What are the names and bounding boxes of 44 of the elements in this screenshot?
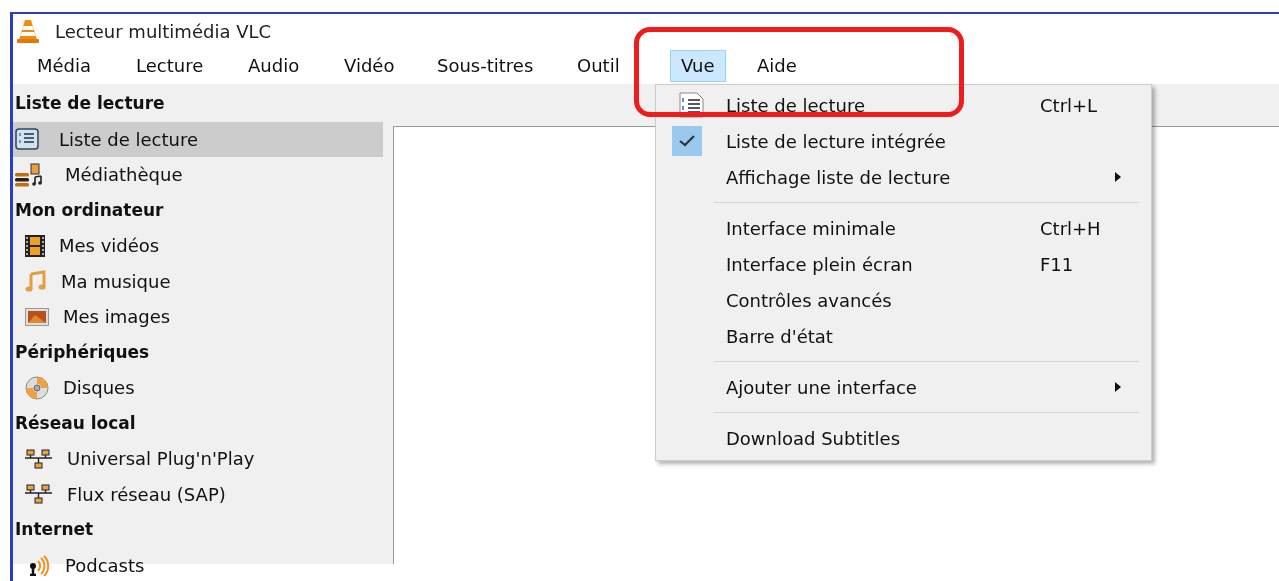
sidebar-item[interactable]: Flux réseau (SAP) (13, 476, 383, 512)
library-icon (15, 162, 45, 187)
menu-item[interactable]: Vidéo (334, 50, 405, 82)
section-heading: Internet (14, 518, 95, 541)
section-heading: Liste de lecture (14, 92, 166, 115)
menu-item[interactable]: Lecture (126, 50, 214, 82)
menu-entry[interactable]: Interface minimale Ctrl+H (656, 210, 1151, 246)
menu-item[interactable]: Aide (747, 50, 807, 82)
menu-item[interactable]: Vue (670, 50, 726, 82)
menu-entry[interactable]: Ajouter une interface (656, 369, 1151, 405)
shortcut-label: Ctrl+L (1040, 94, 1098, 116)
sidebar-item[interactable]: Ma musique (13, 263, 383, 299)
sidebar-item[interactable]: Mes vidéos (13, 228, 383, 264)
film-icon (25, 234, 45, 257)
menu-item[interactable]: Sous-titres (427, 50, 544, 82)
music-note-icon (25, 270, 47, 293)
image-icon (25, 307, 49, 326)
menu-entry[interactable]: Liste de lecture intégrée (656, 123, 1151, 159)
section-heading: Mon ordinateur (14, 198, 165, 222)
shortcut-label: F11 (1040, 253, 1074, 275)
menu-item[interactable]: Audio (238, 50, 310, 82)
menu-entry[interactable]: Affichage liste de lecture (656, 159, 1151, 195)
sidebar-item[interactable]: Mes images (13, 299, 383, 335)
sidebar-item[interactable]: Podcasts (13, 547, 383, 581)
sidebar-item[interactable]: Universal Plug'n'Play (13, 441, 383, 477)
sidebar-item[interactable]: Médiathèque (13, 157, 383, 193)
menu-item[interactable]: Outil (567, 50, 630, 82)
list-icon (15, 128, 39, 151)
network-icon (25, 484, 53, 505)
section-heading: Réseau local (14, 411, 137, 435)
window-title: Lecteur multimédia VLC (55, 20, 272, 42)
menu-item[interactable]: Média (27, 50, 102, 82)
disc-icon (25, 375, 49, 400)
menu-entry[interactable]: Download Subtitles (656, 420, 1151, 456)
sidebar-item[interactable]: Liste de lecture (13, 121, 383, 157)
menu-entry[interactable]: Interface plein écran F11 (656, 246, 1151, 282)
network-icon (25, 448, 53, 469)
cone-icon (15, 18, 41, 44)
menu-entry[interactable]: Liste de lecture Ctrl+L (656, 87, 1151, 123)
menu-entry[interactable]: Barre d'état (656, 318, 1151, 354)
shortcut-label: Ctrl+H (1040, 217, 1101, 239)
section-heading: Périphériques (14, 340, 151, 364)
menu-entry[interactable]: Contrôles avancés (656, 282, 1151, 318)
sidebar-item[interactable]: Disques (13, 370, 383, 406)
